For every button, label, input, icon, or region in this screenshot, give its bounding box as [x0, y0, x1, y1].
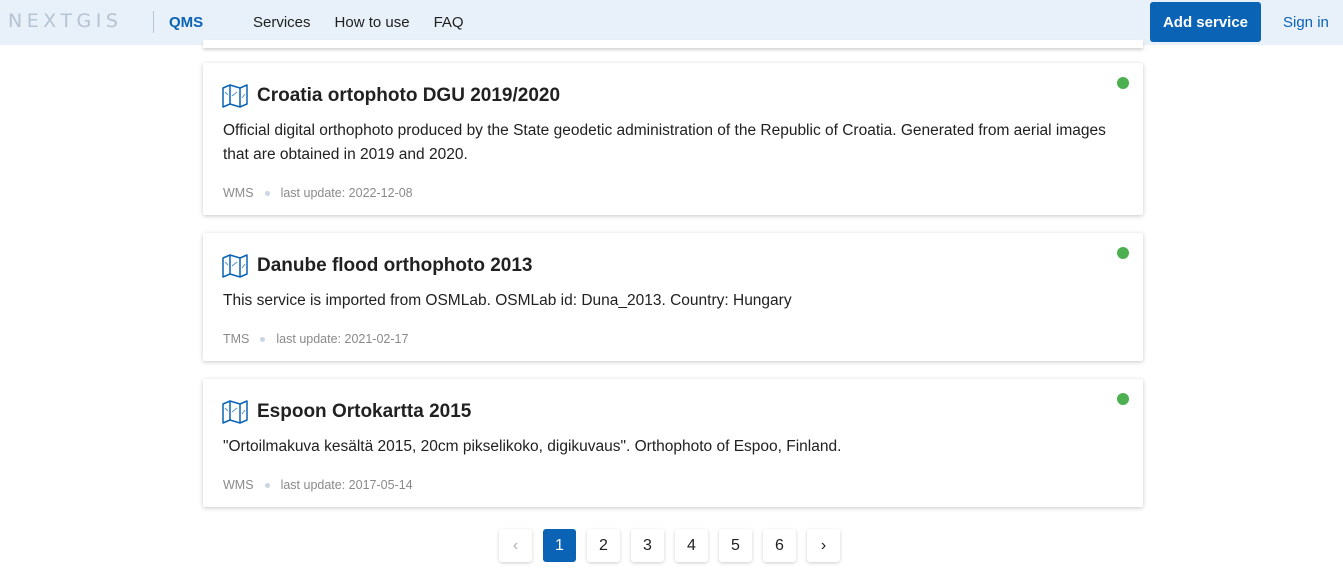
service-meta: WMS last update: 2017-05-14	[223, 478, 413, 492]
previous-card-edge	[203, 40, 1143, 48]
map-icon	[222, 84, 248, 108]
service-card[interactable]: Espoon Ortokartta 2015 "Ortoilmakuva kes…	[203, 379, 1143, 507]
nav-services[interactable]: Services	[253, 14, 311, 31]
map-icon	[222, 254, 248, 278]
service-last-update: last update: 2017-05-14	[280, 478, 413, 492]
service-meta: TMS last update: 2021-02-17	[223, 332, 408, 346]
sign-in-link[interactable]: Sign in	[1283, 14, 1329, 31]
meta-separator	[260, 336, 266, 342]
logo-divider	[153, 11, 154, 33]
page-button-4[interactable]: 4	[675, 529, 708, 562]
page-button-5[interactable]: 5	[719, 529, 752, 562]
service-card[interactable]: Croatia ortophoto DGU 2019/2020 Official…	[203, 63, 1143, 215]
service-description: Official digital orthophoto produced by …	[223, 122, 1106, 163]
service-description: This service is imported from OSMLab. OS…	[223, 292, 792, 309]
nav-faq[interactable]: FAQ	[434, 14, 464, 31]
map-icon	[222, 400, 248, 424]
service-title[interactable]: Danube flood orthophoto 2013	[257, 255, 533, 277]
status-indicator	[1117, 77, 1129, 89]
service-last-update: last update: 2021-02-17	[276, 332, 409, 346]
qms-home-link[interactable]: QMS	[169, 14, 203, 31]
status-indicator	[1117, 247, 1129, 259]
nextgis-logo[interactable]: NEXTGIS	[8, 10, 122, 32]
add-service-button[interactable]: Add service	[1150, 2, 1261, 42]
service-description: "Ortoilmakuva kesältä 2015, 20cm pikseli…	[223, 438, 842, 455]
top-header: NEXTGIS QMS Services How to use FAQ Add …	[0, 0, 1343, 45]
page-button-2[interactable]: 2	[587, 529, 620, 562]
meta-separator	[264, 482, 270, 488]
service-card[interactable]: Danube flood orthophoto 2013 This servic…	[203, 233, 1143, 361]
service-type: WMS	[223, 478, 254, 492]
status-indicator	[1117, 393, 1129, 405]
prev-page-button[interactable]: ‹	[499, 529, 532, 562]
page-button-3[interactable]: 3	[631, 529, 664, 562]
next-page-button[interactable]: ›	[807, 529, 840, 562]
page-button-6[interactable]: 6	[763, 529, 796, 562]
meta-separator	[264, 190, 270, 196]
service-type: WMS	[223, 186, 254, 200]
service-meta: WMS last update: 2022-12-08	[223, 186, 413, 200]
nav-how-to-use[interactable]: How to use	[335, 14, 410, 31]
service-title[interactable]: Croatia ortophoto DGU 2019/2020	[257, 85, 560, 107]
main-nav: Services How to use FAQ	[253, 14, 464, 31]
page-button-1[interactable]: 1	[543, 529, 576, 562]
service-last-update: last update: 2022-12-08	[280, 186, 413, 200]
service-type: TMS	[223, 332, 250, 346]
pagination: ‹ 1 2 3 4 5 6 ›	[499, 529, 851, 562]
service-title[interactable]: Espoon Ortokartta 2015	[257, 401, 471, 423]
